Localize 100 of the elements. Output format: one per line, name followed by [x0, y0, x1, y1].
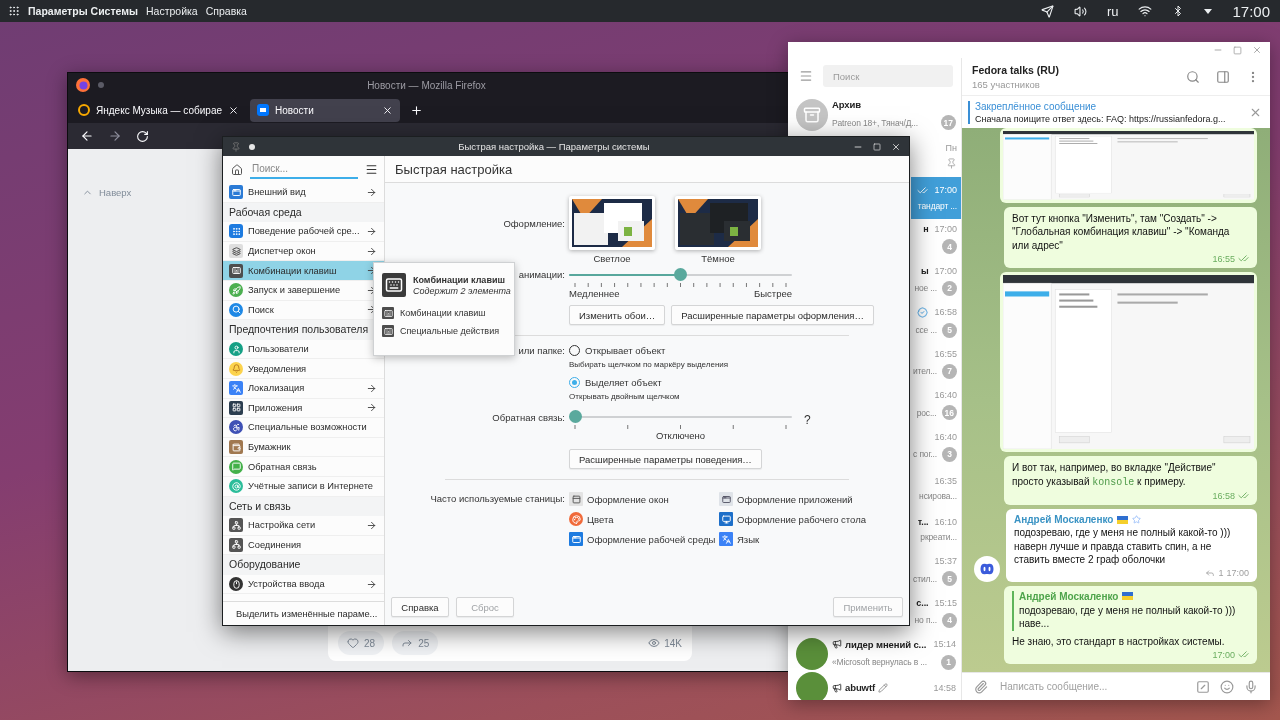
push-button[interactable]: Справка — [391, 597, 449, 617]
chat-preview: тандарт ... — [917, 200, 957, 211]
message-time: 17:00 — [1212, 649, 1235, 660]
message-time: 17:00 — [1226, 567, 1249, 578]
unread-count: 5 — [942, 322, 957, 338]
pinned-title: Закреплённое сообщение — [975, 100, 1098, 112]
sidebar-item[interactable]: Учётные записи в Интернете — [223, 476, 384, 497]
page-link[interactable]: Оформление рабочей среды — [569, 531, 719, 547]
forward-icon[interactable] — [108, 129, 122, 143]
radio-option[interactable]: Открывает объект — [569, 345, 666, 356]
popup-item[interactable]: Специальные действия — [382, 325, 506, 337]
reply-count: 1 — [1218, 567, 1224, 578]
chat-preview: ркреати... — [920, 532, 957, 543]
keyboard-layout[interactable]: ru — [1106, 3, 1119, 19]
sidebar-item[interactable]: Настройка сети — [223, 516, 384, 536]
sidebar-item[interactable]: Локализация — [223, 378, 384, 399]
slider-track[interactable] — [569, 268, 792, 282]
message-text: И вот так, например, во вкладке "Действие" просто указывай konsole к примеру. — [1012, 461, 1217, 489]
field-label: Часто используемые станицы: — [429, 492, 565, 504]
sidebar-item[interactable]: Уведомления — [223, 359, 384, 379]
emoji-icon[interactable] — [1220, 679, 1234, 694]
close-icon[interactable] — [228, 104, 239, 116]
close-icon[interactable] — [382, 104, 393, 116]
chat-preview: ител... — [913, 366, 937, 377]
chat-row[interactable]: abuwtf 14:58 — [788, 675, 961, 700]
volume-icon[interactable] — [1073, 4, 1087, 18]
attach-icon[interactable] — [974, 679, 988, 694]
menu-icon[interactable] — [365, 163, 378, 176]
slider-handle[interactable] — [674, 268, 687, 281]
chat-time: 16:10 — [934, 517, 957, 528]
sidebar-item[interactable]: Поведение рабочей сре... — [223, 222, 384, 242]
keyboard-icon — [382, 325, 394, 337]
commands-icon[interactable] — [1196, 679, 1210, 694]
dot-icon — [98, 82, 104, 88]
unread-count: 7 — [942, 363, 957, 379]
paper-plane-icon[interactable] — [1040, 4, 1054, 18]
search-icon[interactable] — [1186, 69, 1200, 84]
sidebar-item[interactable]: Бумажник — [223, 437, 384, 458]
theme-caption: Тёмное — [701, 253, 735, 264]
radio-option[interactable]: Выделяет объект — [569, 377, 662, 388]
help-mark[interactable]: ? — [804, 413, 811, 427]
new-tab-icon[interactable] — [410, 103, 423, 117]
unread-count: 4 — [942, 239, 957, 255]
caret-icon[interactable] — [1204, 8, 1213, 14]
menu-item[interactable]: Настройка — [146, 5, 198, 17]
chat-preview: нсирова... — [919, 490, 957, 501]
option-hint: Выбирать щелчком по маркёру выделения — [569, 360, 729, 369]
push-button[interactable]: Расширенные параметры оформления… — [671, 305, 874, 325]
heart-icon — [347, 637, 359, 649]
microphone-icon[interactable] — [1244, 679, 1258, 694]
search-field[interactable]: Поиск — [823, 65, 953, 87]
search-field[interactable]: Поиск... — [250, 160, 358, 179]
push-button[interactable]: Изменить обои… — [569, 305, 666, 325]
archive-icon — [796, 98, 828, 131]
sidebar-item[interactable]: Устройства ввода — [223, 574, 384, 595]
bell-icon — [229, 361, 243, 376]
page-link[interactable]: Цвета — [569, 511, 719, 527]
page-link[interactable]: Оформление окон — [569, 491, 719, 507]
sidebar-item[interactable]: Приложения — [223, 398, 384, 419]
home-icon[interactable] — [231, 163, 243, 176]
avatar-icon — [974, 555, 1000, 582]
window-title: Быстрая настройка — Параметры системы — [457, 141, 651, 152]
author-name: Андрей Москаленко — [1014, 514, 1114, 525]
close-icon[interactable] — [891, 141, 901, 152]
chat-preview: рос... — [916, 407, 937, 418]
sidebar-item[interactable]: Внешний вид — [223, 183, 384, 203]
pin-icon[interactable] — [231, 141, 241, 152]
sidebar-item[interactable]: Обратная связь — [223, 457, 384, 477]
at-sign-icon — [229, 479, 243, 494]
sidebar-item[interactable]: Комбинации клавиш — [223, 261, 384, 281]
back-icon[interactable] — [80, 129, 94, 143]
chat-preview: «Microsoft вернулась в ... — [832, 657, 927, 668]
page-link[interactable]: Язык — [719, 531, 879, 547]
popup-subtitle: Содержит 2 элемента — [413, 285, 511, 296]
slider-handle[interactable] — [569, 410, 582, 423]
network-icon — [229, 518, 243, 533]
chat-title: т... — [917, 517, 929, 528]
theme-preview-drawing[interactable] — [675, 196, 761, 250]
theme-preview-drawing[interactable] — [569, 196, 655, 250]
slider-track[interactable] — [569, 410, 792, 424]
popup-item[interactable]: Комбинации клавиш — [382, 307, 506, 319]
page-link[interactable]: Оформление приложений — [719, 491, 879, 507]
wifi-icon[interactable] — [1138, 4, 1153, 18]
page-link[interactable]: Оформление рабочего стола — [719, 511, 879, 527]
chat-title: Архив — [832, 99, 861, 111]
push-button[interactable]: Расширенные параметры поведения… — [569, 449, 762, 469]
accessibility-icon — [229, 420, 243, 435]
menu-item[interactable]: Справка — [205, 5, 247, 17]
chat-title: лидер мнений с... — [845, 638, 927, 650]
chat-title: с... — [916, 597, 929, 608]
chat-time: 16:40 — [934, 390, 957, 401]
browser-tab[interactable]: Новости — [250, 98, 400, 122]
browser-tab[interactable]: Яндекс Музыка — собирае — [71, 98, 246, 122]
sidebar-toggle-icon[interactable] — [1216, 69, 1230, 84]
reload-icon[interactable] — [136, 129, 149, 143]
sidebar-item[interactable]: Специальные возможности — [223, 418, 384, 438]
unread-count: 17 — [940, 115, 956, 131]
unread-count: 5 — [942, 571, 957, 587]
app-grid-icon[interactable] — [8, 5, 20, 17]
square-icon — [257, 104, 269, 116]
